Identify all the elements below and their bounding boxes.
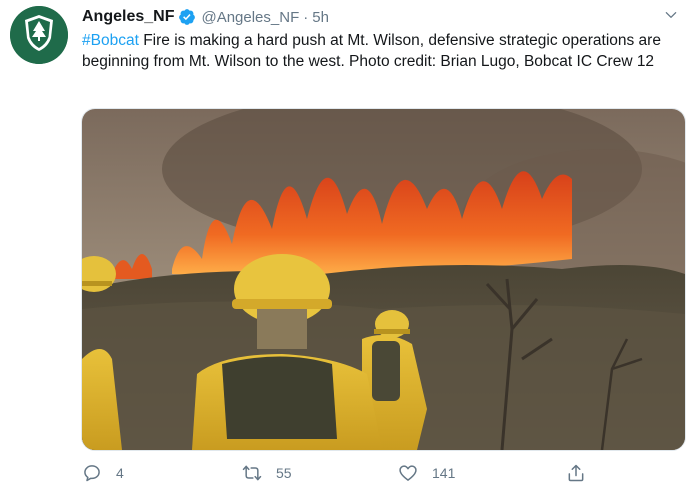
like-count: 141 xyxy=(432,465,456,481)
tweet-header: Angeles_NF @Angeles_NF · 5h xyxy=(82,6,329,28)
like-button[interactable]: 141 xyxy=(398,460,455,486)
reply-button[interactable]: 4 xyxy=(82,460,124,486)
retweet-icon xyxy=(242,465,262,481)
reply-count: 4 xyxy=(116,465,124,481)
tweet-body: Fire is making a hard push at Mt. Wilson… xyxy=(82,32,661,70)
chevron-down-icon[interactable] xyxy=(664,8,678,22)
display-name[interactable]: Angeles_NF xyxy=(82,8,174,26)
wildfire-photo xyxy=(82,109,685,450)
share-icon xyxy=(568,464,584,482)
retweet-button[interactable]: 55 xyxy=(242,460,292,486)
reply-icon xyxy=(84,465,100,482)
tweet-photo[interactable] xyxy=(81,108,686,451)
retweet-count: 55 xyxy=(276,465,292,481)
forest-service-logo xyxy=(10,6,68,64)
tweet-timestamp[interactable]: 5h xyxy=(312,9,329,26)
avatar[interactable] xyxy=(10,6,68,64)
tweet-card[interactable]: Angeles_NF @Angeles_NF · 5h #Bobcat Fire… xyxy=(0,0,700,499)
user-handle[interactable]: @Angeles_NF xyxy=(201,9,299,26)
hashtag-link[interactable]: #Bobcat xyxy=(82,32,139,49)
tweet-text: #Bobcat Fire is making a hard push at Mt… xyxy=(82,30,672,72)
share-button[interactable] xyxy=(566,460,586,486)
tweet-actions: 4 55 141 xyxy=(82,460,682,486)
verified-badge-icon xyxy=(179,9,196,25)
heart-icon xyxy=(399,465,417,481)
separator-dot: · xyxy=(303,8,309,26)
